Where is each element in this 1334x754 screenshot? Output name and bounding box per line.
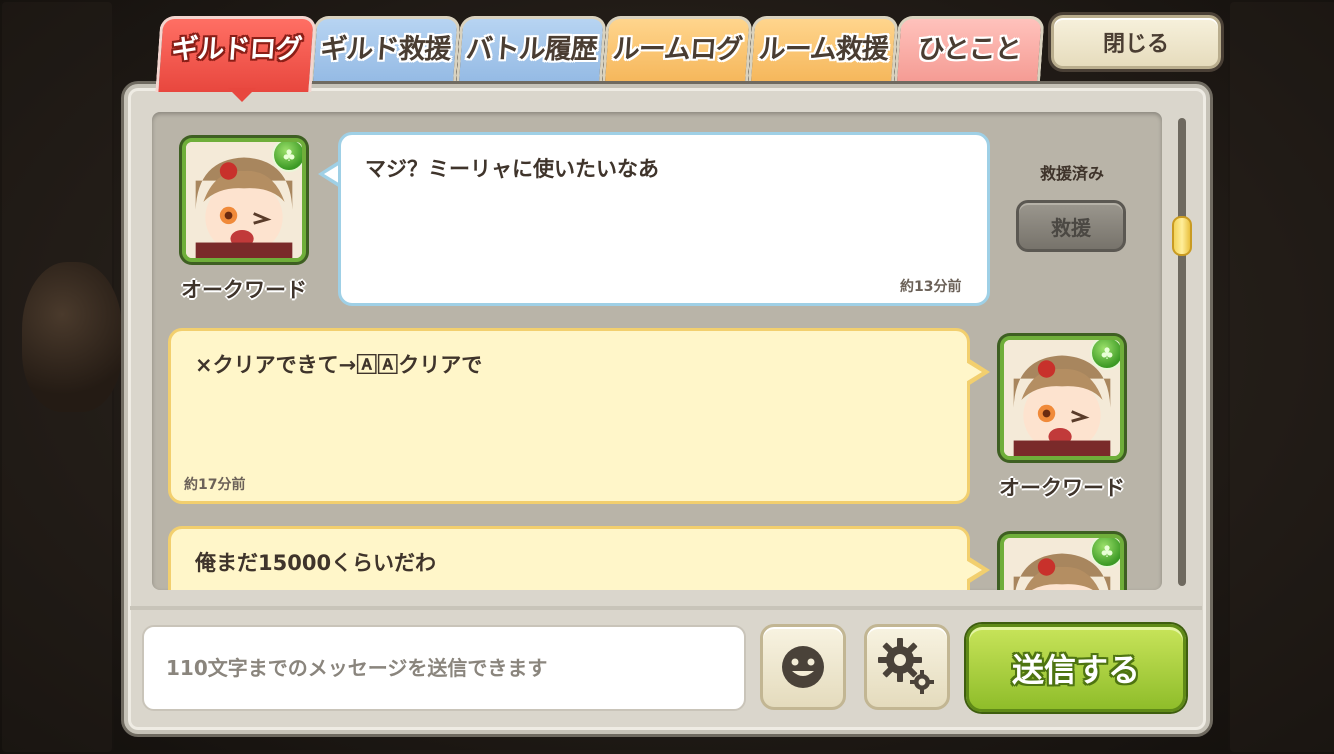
rescue-button[interactable]: 救援 — [1016, 200, 1126, 252]
leaf-badge-icon: ♣ — [272, 142, 302, 172]
scrollbar-thumb[interactable] — [1172, 216, 1192, 256]
message-text: ×クリアできて→🄰🄰クリアで — [195, 353, 483, 377]
tab-battle-history[interactable]: バトル履歴 — [455, 16, 607, 92]
close-button[interactable]: 閉じる — [1051, 15, 1221, 69]
settings-button[interactable] — [864, 624, 950, 710]
sender-name: オークワード — [999, 476, 1125, 500]
leaf-badge-icon: ♣ — [1090, 340, 1120, 370]
message-time: 約13分前 — [900, 279, 962, 295]
background-shelf-right — [1228, 0, 1334, 754]
tab-guild-rescue[interactable]: ギルド救援 — [309, 16, 461, 92]
background-pot — [22, 262, 122, 412]
stamp-button[interactable] — [760, 624, 846, 710]
avatar[interactable]: ♣ — [182, 138, 306, 262]
smiley-icon — [782, 646, 824, 688]
message-input[interactable] — [142, 625, 746, 711]
scrollbar-track[interactable] — [1178, 118, 1186, 586]
leaf-badge-icon: ♣ — [1090, 538, 1120, 568]
rescued-status: 救援済み — [1039, 164, 1104, 183]
active-tab-pointer — [228, 88, 256, 102]
message-bubble: ×クリアできて→🄰🄰クリアで — [168, 328, 970, 504]
tab-room-rescue[interactable]: ルーム救援 — [747, 16, 899, 92]
bubble-tail — [964, 559, 982, 581]
divider — [130, 606, 1202, 610]
message-time: 約17分前 — [184, 477, 246, 493]
sender-name: オークワード — [181, 278, 307, 302]
tab-hitokoto[interactable]: ひとこと — [893, 16, 1045, 92]
log-area-bottom-edge — [140, 590, 1200, 606]
message-text: マジ？ミーリャに使いたいなあ — [365, 157, 659, 181]
message-text: 俺まだ15000くらいだわ — [195, 551, 437, 575]
message-bubble: マジ？ミーリャに使いたいなあ — [338, 132, 990, 306]
tab-guild-log[interactable]: ギルドログ — [155, 16, 317, 92]
bubble-tail — [964, 361, 982, 383]
avatar[interactable]: ♣ — [1000, 336, 1124, 460]
send-button[interactable]: 送信する — [966, 624, 1186, 712]
gear-icon — [878, 638, 934, 694]
tab-room-log[interactable]: ルームログ — [601, 16, 753, 92]
avatar[interactable]: ♣ — [1000, 534, 1124, 590]
